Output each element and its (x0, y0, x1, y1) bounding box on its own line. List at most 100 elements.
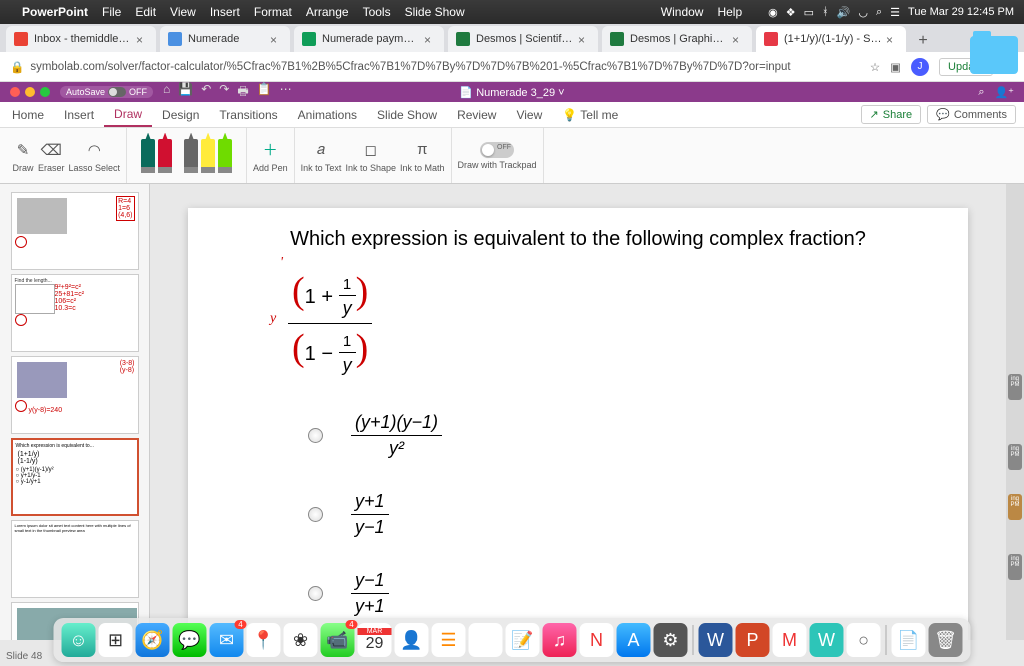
url-text[interactable]: symbolab.com/solver/factor-calculator/%5… (30, 61, 870, 73)
maximize-window-button[interactable] (40, 87, 50, 97)
menu-arrange[interactable]: Arrange (306, 5, 349, 19)
close-icon[interactable]: × (578, 33, 590, 45)
tab-design[interactable]: Design (152, 104, 209, 126)
word-icon[interactable]: W (699, 623, 733, 657)
share-mini-icon[interactable]: 👤⁺ (994, 86, 1014, 99)
search-icon[interactable]: ⌕ (978, 86, 984, 99)
menu-file[interactable]: File (102, 5, 121, 19)
option-c[interactable]: y−1y+1 (308, 568, 928, 619)
notification[interactable]: ing PM (1008, 444, 1022, 470)
slide-thumbnail-panel[interactable]: R=41=6(4,6) Find the length...9²+9²=c²25… (0, 184, 150, 640)
tab-symbolab[interactable]: (1+1/y)/(1-1/y) - Symbolab× (756, 26, 906, 52)
close-icon[interactable]: × (270, 33, 282, 45)
undo-icon[interactable]: ↶ (201, 82, 211, 103)
tab-numerade[interactable]: Numerade× (160, 26, 290, 52)
volume-icon[interactable]: 🔊 (837, 6, 851, 19)
gmail-app-icon[interactable]: M (773, 623, 807, 657)
eraser-tool[interactable]: ⌫Eraser (38, 139, 65, 173)
pen-teal[interactable] (141, 139, 155, 173)
redo-icon[interactable]: ↷ (219, 82, 229, 103)
profile-avatar[interactable]: J (911, 58, 929, 76)
pen-green[interactable] (218, 139, 232, 173)
maps-icon[interactable]: 📍 (247, 623, 281, 657)
lasso-tool[interactable]: ◠Lasso Select (69, 139, 121, 173)
ink-to-math[interactable]: πInk to Math (400, 139, 445, 173)
tab-draw[interactable]: Draw (104, 103, 152, 127)
slide-thumb[interactable]: R=41=6(4,6) (11, 192, 139, 270)
tell-me[interactable]: 💡 Tell me (552, 104, 628, 126)
pen-red[interactable] (158, 139, 172, 173)
close-icon[interactable]: × (136, 33, 148, 45)
control-center-icon[interactable]: ☰ (890, 6, 900, 19)
pen-yellow[interactable] (201, 139, 215, 173)
trash-icon[interactable]: 🗑 (929, 623, 963, 657)
close-icon[interactable]: × (886, 33, 898, 45)
contacts-icon[interactable]: 👤 (395, 623, 429, 657)
calendar-icon[interactable]: MAR29 (358, 623, 392, 657)
chrome-icon[interactable]: ◉ (469, 623, 503, 657)
status-icons[interactable]: ◉ ❖ ▭ ᚼ 🔊 ◡ ⌕ ☰ Tue Mar 29 12:45 PM (768, 6, 1014, 19)
clipboard-icon[interactable]: 📋 (257, 82, 272, 103)
tab-slideshow[interactable]: Slide Show (367, 104, 447, 126)
draw-tool[interactable]: ✎Draw (12, 139, 34, 173)
doc-icon[interactable]: 📄 (892, 623, 926, 657)
save-icon[interactable]: 💾 (178, 82, 193, 103)
tab-view[interactable]: View (506, 104, 552, 126)
extension-icon[interactable]: ▣ (890, 60, 901, 74)
reminders-icon[interactable]: ☰ (432, 623, 466, 657)
menu-window[interactable]: Window (661, 5, 704, 19)
tab-home[interactable]: Home (2, 104, 54, 126)
close-icon[interactable]: × (424, 33, 436, 45)
music-icon[interactable]: ♫ (543, 623, 577, 657)
more-icon[interactable]: ⋯ (280, 82, 292, 103)
dropbox-icon[interactable]: ❖ (786, 6, 796, 19)
menu-edit[interactable]: Edit (135, 5, 156, 19)
tab-inbox[interactable]: Inbox - themiddleschool× (6, 26, 156, 52)
notes-icon[interactable]: 📝 (506, 623, 540, 657)
document-title[interactable]: 📄 Numerade 3_29 ˅ (459, 86, 564, 99)
notification[interactable]: ing PM (1008, 374, 1022, 400)
slide-thumb[interactable]: Find the length...9²+9²=c²25+81=c²106=c²… (11, 274, 139, 352)
mail-icon[interactable]: ✉4 (210, 623, 244, 657)
minimize-window-button[interactable] (25, 87, 35, 97)
pen-gray[interactable] (184, 139, 198, 173)
record-icon[interactable]: ◉ (768, 6, 778, 19)
menu-slideshow[interactable]: Slide Show (405, 5, 465, 19)
menu-view[interactable]: View (170, 5, 196, 19)
radio-button[interactable] (308, 507, 323, 522)
menu-tools[interactable]: Tools (363, 5, 391, 19)
draw-trackpad[interactable]: Draw with Trackpad (458, 142, 537, 170)
facetime-icon[interactable]: 📹4 (321, 623, 355, 657)
tab-animations[interactable]: Animations (288, 104, 367, 126)
close-icon[interactable]: × (732, 33, 744, 45)
tab-transitions[interactable]: Transitions (209, 104, 287, 126)
app-icon[interactable]: ○ (847, 623, 881, 657)
messages-icon[interactable]: 💬 (173, 623, 207, 657)
autosave-toggle[interactable]: AutoSaveOFF (60, 86, 153, 98)
tab-review[interactable]: Review (447, 104, 506, 126)
option-b[interactable]: y+1y−1 (308, 489, 928, 540)
home-icon[interactable]: ⌂ (163, 82, 170, 103)
appstore-icon[interactable]: A (617, 623, 651, 657)
share-button[interactable]: ↗ Share (861, 105, 922, 124)
display-icon[interactable]: ▭ (804, 6, 814, 19)
radio-button[interactable] (308, 586, 323, 601)
app-icon[interactable]: W (810, 623, 844, 657)
powerpoint-icon[interactable]: P (736, 623, 770, 657)
slide-thumb[interactable]: Lorem ipsum dolor sit amet text content … (11, 520, 139, 598)
ink-to-shape[interactable]: ◻Ink to Shape (345, 139, 396, 173)
slide-canvas[interactable]: Which expression is equivalent to the fo… (150, 184, 1006, 640)
settings-icon[interactable]: ⚙ (654, 623, 688, 657)
notification[interactable]: ing PM (1008, 494, 1022, 520)
tab-sheets[interactable]: Numerade payments - Go× (294, 26, 444, 52)
add-pen-button[interactable]: ＋Add Pen (253, 139, 288, 173)
launchpad-icon[interactable]: ⊞ (99, 623, 133, 657)
menu-format[interactable]: Format (254, 5, 292, 19)
desktop-folder[interactable] (970, 36, 1018, 74)
datetime[interactable]: Tue Mar 29 12:45 PM (908, 6, 1014, 18)
tab-desmos-graph[interactable]: Desmos | Graphing Calcu× (602, 26, 752, 52)
notification[interactable]: ing PM (1008, 554, 1022, 580)
photos-icon[interactable]: ❀ (284, 623, 318, 657)
slide-thumb-current[interactable]: Which expression is equivalent to...(1+1… (11, 438, 139, 516)
menu-insert[interactable]: Insert (210, 5, 240, 19)
